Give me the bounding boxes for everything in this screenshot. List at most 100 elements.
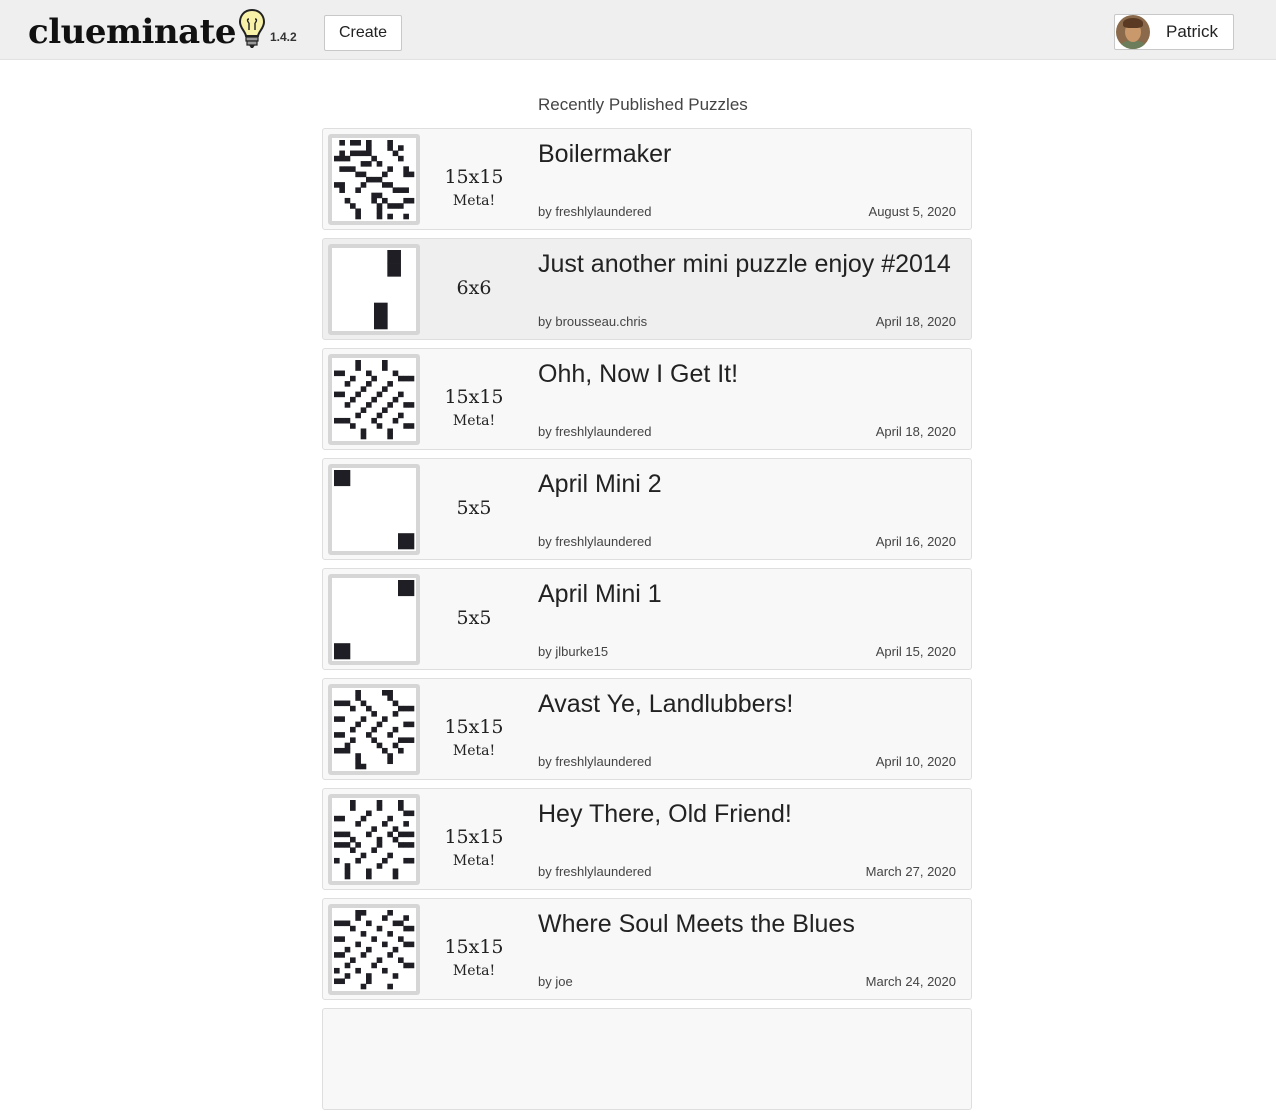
black-square [408, 842, 415, 848]
app-logo[interactable]: clueminate 1.4.2 [28, 8, 297, 54]
puzzle-title[interactable]: Just another mini puzzle enjoy #2014 [538, 250, 951, 279]
black-square [344, 742, 351, 749]
black-square [398, 936, 404, 942]
black-square [355, 695, 361, 701]
puzzle-author[interactable]: by freshlylaundered [538, 754, 651, 769]
puzzle-card[interactable]: 5x5 April Mini 2 by freshlylaundered Apr… [322, 458, 972, 560]
black-square [355, 763, 361, 770]
black-square [403, 810, 409, 817]
black-square [355, 821, 361, 827]
avatar [1116, 15, 1150, 49]
puzzle-author[interactable]: by freshlylaundered [538, 204, 651, 219]
black-square [387, 428, 393, 435]
black-square [366, 145, 372, 151]
black-square [382, 821, 388, 827]
black-square [339, 920, 345, 927]
puzzle-date: August 5, 2020 [868, 204, 956, 219]
puzzle-author[interactable]: by jlburke15 [538, 644, 608, 659]
black-square [344, 417, 351, 424]
puzzle-title[interactable]: Boilermaker [538, 140, 671, 169]
black-square [382, 857, 388, 864]
black-square [355, 941, 361, 948]
black-square [392, 946, 399, 953]
puzzle-author[interactable]: by brousseau.chris [538, 314, 647, 329]
black-square [366, 946, 372, 953]
black-square [339, 187, 345, 193]
black-square [360, 716, 367, 722]
puzzle-card[interactable]: 15x15 Meta! Where Soul Meets the Blues b… [322, 898, 972, 1000]
black-square [392, 920, 399, 927]
puzzle-author[interactable]: by joe [538, 974, 573, 989]
puzzle-card[interactable]: 15x15 Meta! Hey There, Old Friend! by fr… [322, 788, 972, 890]
puzzle-card[interactable]: 6x6 Just another mini puzzle enjoy #2014… [322, 238, 972, 340]
user-menu-button[interactable]: Patrick [1114, 14, 1234, 50]
black-square [408, 705, 415, 712]
puzzle-title[interactable]: Avast Ye, Landlubbers! [538, 690, 793, 719]
black-square [334, 978, 340, 985]
puzzle-card[interactable]: 5x5 April Mini 1 by jlburke15 April 15, … [322, 568, 972, 670]
black-square [339, 716, 345, 722]
black-square [403, 842, 409, 848]
black-square [360, 433, 367, 440]
black-square [398, 155, 404, 162]
black-square [403, 171, 409, 178]
black-square [387, 983, 393, 990]
puzzle-dimensions: 5x5 [456, 607, 492, 629]
black-square [344, 973, 351, 979]
black-square [403, 915, 409, 921]
puzzle-author[interactable]: by freshlylaundered [538, 864, 651, 879]
black-square [382, 747, 388, 754]
black-square [392, 711, 399, 717]
black-square [360, 815, 367, 822]
black-square [371, 417, 377, 424]
create-button[interactable]: Create [324, 15, 402, 51]
black-square [355, 758, 361, 765]
puzzle-size: 15x15 Meta! [425, 826, 523, 870]
black-square [387, 213, 393, 220]
top-bar: clueminate 1.4.2 Create Patrick [0, 0, 1276, 60]
black-square [387, 758, 393, 765]
black-square [403, 821, 409, 827]
puzzle-thumbnail [328, 794, 420, 885]
section-title: Recently Published Puzzles [538, 95, 748, 114]
puzzle-title[interactable]: April Mini 2 [538, 470, 662, 499]
black-square [398, 203, 404, 209]
black-square [398, 800, 404, 806]
black-square [334, 155, 340, 162]
puzzle-dimensions: 15x15 [444, 166, 504, 188]
puzzle-card[interactable]: 15x15 Meta! Ohh, Now I Get It! by freshl… [322, 348, 972, 450]
black-square [398, 805, 404, 811]
puzzle-title[interactable]: Ohh, Now I Get It! [538, 360, 738, 389]
puzzle-card-partial[interactable] [322, 1008, 972, 1110]
puzzle-title[interactable]: Where Soul Meets the Blues [538, 910, 855, 939]
black-square [350, 847, 356, 853]
black-square [360, 182, 367, 188]
black-square [350, 140, 356, 146]
black-square [344, 842, 351, 848]
black-square [398, 391, 404, 398]
black-square [387, 952, 393, 958]
puzzle-title[interactable]: April Mini 1 [538, 580, 662, 609]
black-square [392, 836, 399, 843]
black-square [344, 197, 351, 204]
black-square [366, 402, 372, 408]
black-square [382, 171, 388, 178]
black-square [376, 412, 383, 419]
black-square [382, 915, 388, 921]
puzzle-card[interactable]: 15x15 Meta! Avast Ye, Landlubbers! by fr… [322, 678, 972, 780]
puzzle-author[interactable]: by freshlylaundered [538, 424, 651, 439]
puzzle-title[interactable]: Hey There, Old Friend! [538, 800, 792, 829]
black-square [376, 863, 383, 869]
black-square [408, 721, 415, 728]
black-square [360, 161, 367, 167]
black-square [339, 700, 345, 707]
black-square [355, 857, 361, 864]
puzzle-card[interactable]: 15x15 Meta! Boilermaker by freshlylaunde… [322, 128, 972, 230]
black-square [334, 747, 340, 754]
puzzle-author[interactable]: by freshlylaundered [538, 534, 651, 549]
black-square [371, 711, 377, 717]
black-square [376, 203, 383, 209]
black-square [339, 391, 345, 398]
black-square [339, 831, 345, 838]
black-square [371, 826, 377, 832]
